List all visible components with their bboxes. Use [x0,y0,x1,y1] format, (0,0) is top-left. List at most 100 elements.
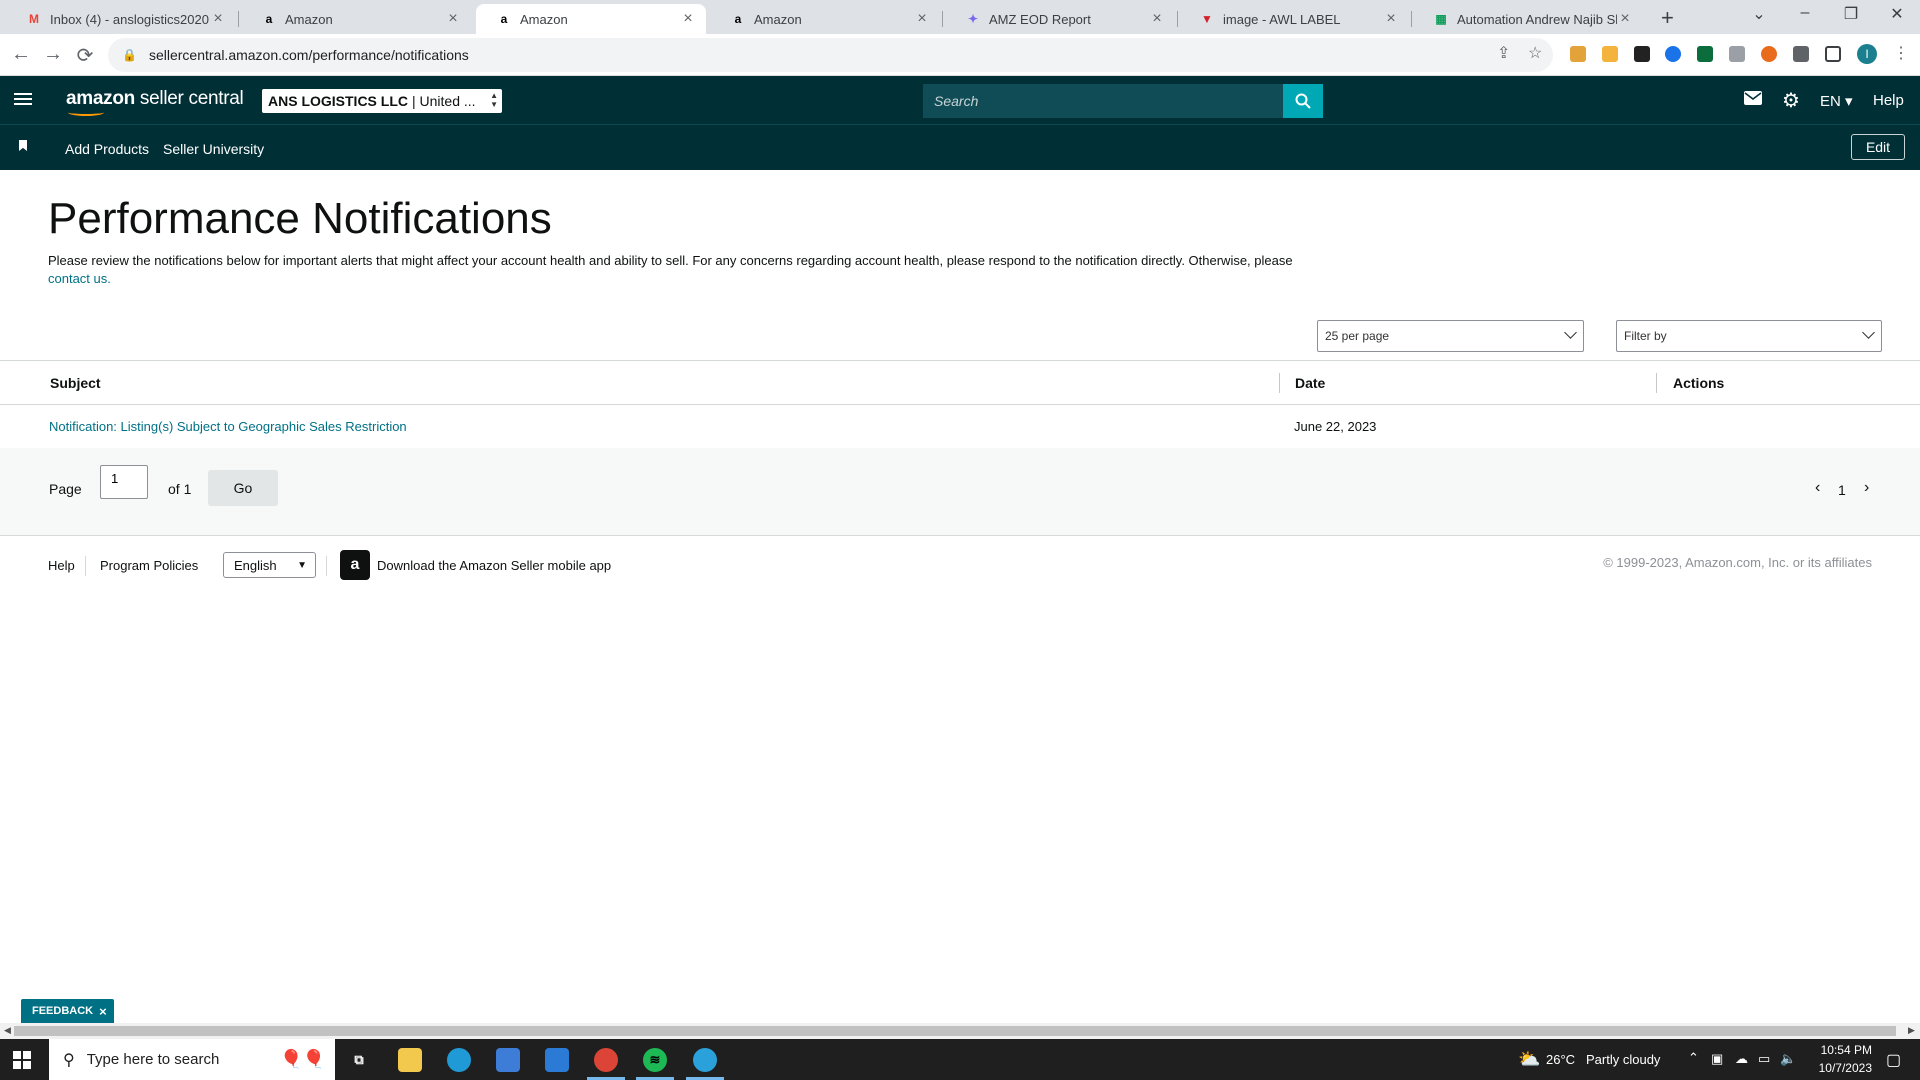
table-header: Subject Date Actions [0,361,1920,405]
search-input[interactable] [923,84,1283,118]
feedback-close-icon[interactable]: × [99,1004,107,1019]
page-1-link[interactable]: 1 [1838,482,1846,498]
column-date[interactable]: Date [1295,375,1325,391]
edge-icon[interactable] [447,1048,471,1072]
search-button[interactable] [1283,84,1323,118]
tray-chevron-icon[interactable]: ⌃ [1688,1050,1699,1066]
balloons-icon: 🎈🎈 [280,1049,325,1069]
minimize-button[interactable]: – [1782,4,1828,22]
close-tab-icon[interactable]: × [1149,10,1165,28]
store-icon[interactable] [496,1048,520,1072]
clock-date[interactable]: 10/7/2023 [1812,1061,1872,1075]
feedback-button[interactable]: FEEDBACK × [21,999,114,1023]
program-policies-link[interactable]: Program Policies [100,558,198,573]
meet-icon[interactable]: ▣ [1711,1051,1723,1067]
mail-icon[interactable] [1744,89,1762,110]
horizontal-scrollbar[interactable]: ◀ ▶ [0,1023,1920,1039]
browser-tab[interactable]: ✦ AMZ EOD Report × [945,4,1175,34]
gmail-icon: M [29,12,39,26]
bookmark-star-icon[interactable]: ☆ [1528,43,1542,63]
filter-select[interactable]: Filter by [1616,320,1882,352]
tab-search-icon[interactable]: ⌄ [1736,4,1782,24]
clock-time[interactable]: 10:54 PM [1812,1043,1872,1057]
weather-icon[interactable]: ⛅ [1518,1049,1540,1070]
mail-app-icon[interactable] [545,1048,569,1072]
browser-tab[interactable]: M Inbox (4) - anslogistics2020@gm× [6,4,236,34]
weather-temp[interactable]: 26°C [1546,1052,1575,1067]
side-panel-icon[interactable] [1825,46,1841,62]
account-switcher[interactable]: ANS LOGISTICS LLC | United ... ▲ ▼ [262,89,502,113]
browser-menu-icon[interactable]: ⋮ [1893,43,1909,63]
network-icon[interactable]: ▭ [1758,1051,1770,1067]
previous-page-icon[interactable]: ‹ [1815,479,1820,497]
language-selector[interactable]: EN ▾ [1820,92,1853,110]
close-tab-icon[interactable]: × [210,10,226,28]
task-view-icon[interactable]: ⧉ [347,1048,371,1072]
restore-button[interactable]: ❐ [1828,4,1874,24]
download-app-link[interactable]: Download the Amazon Seller mobile app [377,558,611,573]
browser-tab[interactable]: a Amazon × [476,4,706,34]
close-tab-icon[interactable]: × [1383,10,1399,28]
extension-orange-icon[interactable] [1761,46,1777,62]
edit-bookmarks-button[interactable]: Edit [1851,134,1905,160]
close-tab-icon[interactable]: × [914,10,930,28]
page-footer: Help Program Policies English ▼ a Downlo… [0,538,1920,598]
notifications-icon[interactable]: ▢ [1886,1050,1901,1070]
caret-down-icon: ▾ [1845,93,1853,110]
scroll-right-icon[interactable]: ▶ [1908,1025,1915,1036]
next-page-icon[interactable]: › [1864,479,1869,497]
extension-amz-icon[interactable] [1602,46,1618,62]
weather-text[interactable]: Partly cloudy [1586,1052,1660,1067]
browser-tab[interactable]: a Amazon × [710,4,940,34]
caret-down-icon: ▼ [297,560,307,571]
footer-language-select[interactable]: English ▼ [223,552,316,578]
browser-tab[interactable]: ▦ Automation Andrew Najib Shar × [1413,4,1643,34]
file-explorer-icon[interactable] [398,1048,422,1072]
footer-help-link[interactable]: Help [48,558,75,573]
bookmark-bar: Add Products Seller University Edit [0,125,1920,170]
chrome-icon[interactable] [594,1048,618,1072]
bookmark-icon[interactable] [19,140,27,151]
onedrive-icon[interactable]: ☁ [1735,1051,1748,1067]
address-bar[interactable]: 🔒 sellercentral.amazon.com/performance/n… [108,38,1553,72]
column-subject[interactable]: Subject [50,375,101,391]
close-tab-icon[interactable]: × [1617,10,1633,28]
settings-gear-icon[interactable]: ⚙ [1782,88,1800,113]
contact-us-link[interactable]: contact us. [48,271,111,286]
forward-icon[interactable]: → [40,43,66,66]
telegram-icon[interactable] [693,1048,717,1072]
menu-icon[interactable] [14,90,32,108]
scroll-left-icon[interactable]: ◀ [4,1025,11,1036]
per-page-select[interactable]: 25 per page [1317,320,1584,352]
reload-icon[interactable]: ⟳ [72,43,98,68]
extension-honey-icon[interactable] [1570,46,1586,62]
page-number-input[interactable] [100,465,148,499]
extension-rs-icon[interactable] [1697,46,1713,62]
seller-university-link[interactable]: Seller University [163,141,264,157]
share-icon[interactable]: ⇪ [1497,43,1510,63]
volume-icon[interactable]: 🔈 [1780,1051,1796,1067]
close-tab-icon[interactable]: × [680,10,696,28]
browser-tab[interactable]: a Amazon × [241,4,471,34]
notification-subject-link[interactable]: Notification: Listing(s) Subject to Geog… [49,419,407,434]
go-button[interactable]: Go [208,470,278,506]
extension-circle-icon[interactable] [1665,46,1681,62]
taskbar-search[interactable]: ⚲ Type here to search 🎈🎈 [49,1039,335,1080]
back-icon[interactable]: ← [8,43,34,66]
spotify-icon[interactable]: ≋ [643,1048,667,1072]
help-link[interactable]: Help [1873,92,1904,109]
amazon-app-icon[interactable]: a [340,550,370,580]
extension-gray-icon[interactable] [1729,46,1745,62]
windows-start-icon[interactable] [13,1051,31,1069]
close-window-button[interactable]: ✕ [1874,4,1920,24]
tab-title: image - AWL LABEL [1223,11,1341,27]
profile-avatar[interactable]: I [1857,44,1877,64]
scrollbar-thumb[interactable] [14,1026,1896,1036]
add-products-link[interactable]: Add Products [65,141,149,157]
extensions-puzzle-icon[interactable] [1793,46,1809,62]
browser-tab[interactable]: ▼ image - AWL LABEL × [1179,4,1409,34]
new-tab-button[interactable]: + [1661,5,1674,31]
seller-central-logo[interactable]: amazon seller central [66,88,244,116]
close-tab-icon[interactable]: × [445,10,461,28]
extension-arrow-icon[interactable] [1634,46,1650,62]
